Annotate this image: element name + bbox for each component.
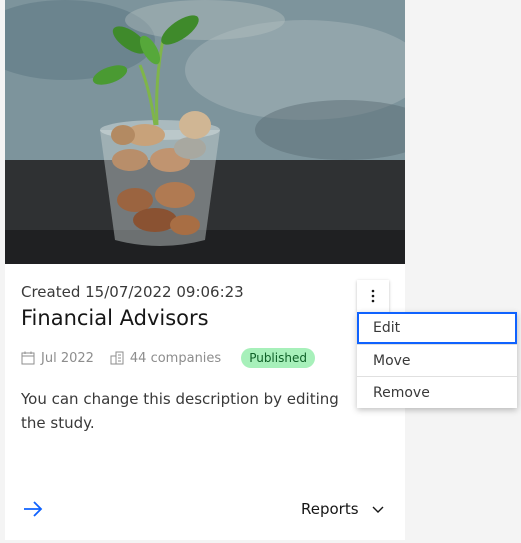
study-title: Financial Advisors (21, 306, 209, 330)
study-image (5, 0, 405, 264)
study-description: You can change this description by editi… (21, 390, 339, 432)
study-meta: Jul 2022 44 companies Published (21, 346, 315, 370)
status-badge: Published (241, 348, 315, 368)
reports-label: Reports (301, 500, 359, 518)
arrow-right-icon (24, 501, 43, 517)
overflow-menu-button[interactable] (357, 280, 389, 312)
overflow-menu: Edit Move Remove (357, 312, 517, 408)
reports-dropdown[interactable]: Reports (301, 497, 385, 521)
menu-item-move[interactable]: Move (357, 344, 517, 376)
study-card: Created 15/07/2022 09:06:23 Financial Ad… (5, 0, 405, 540)
building-icon (110, 351, 124, 365)
created-timestamp: Created 15/07/2022 09:06:23 (21, 283, 244, 301)
date-label: Jul 2022 (41, 350, 94, 366)
menu-item-remove[interactable]: Remove (357, 376, 517, 408)
date-meta: Jul 2022 (21, 351, 94, 366)
kebab-icon (371, 289, 375, 303)
companies-meta: 44 companies (110, 351, 221, 366)
companies-label: 44 companies (129, 350, 222, 366)
calendar-icon (21, 351, 35, 365)
menu-item-edit[interactable]: Edit (357, 312, 517, 344)
open-study-button[interactable] (21, 497, 45, 521)
chevron-down-icon (372, 506, 384, 513)
